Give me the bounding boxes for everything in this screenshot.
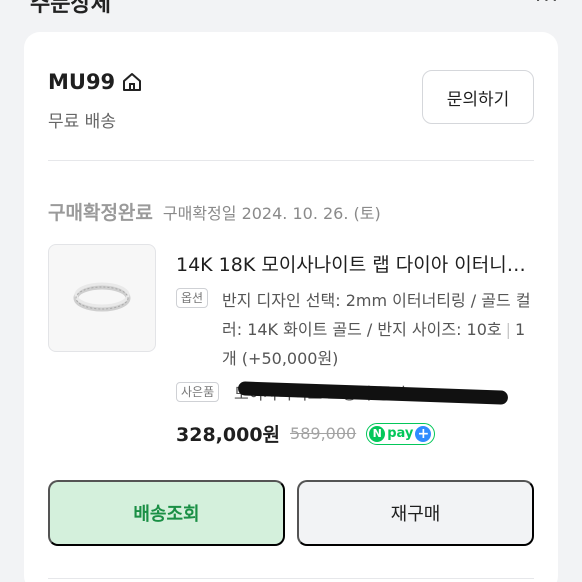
order-card: MU99 무료 배송 문의하기 구매확정완료 구매확정일 2024. 10. 2… bbox=[24, 32, 558, 582]
option-text: 반지 디자인 선택: 2mm 이터너티링 / 골드 컬러: 14K 화이트 골드… bbox=[222, 286, 538, 373]
price: 328,000원 bbox=[176, 424, 281, 446]
npay-badge: N pay + bbox=[366, 422, 436, 445]
tracking-button[interactable]: 배송조회 bbox=[48, 480, 285, 546]
reorder-button[interactable]: 재구매 bbox=[297, 480, 534, 546]
price-row: 328,000원 589,000 N pay + bbox=[176, 420, 436, 447]
option-tag: 옵션 bbox=[176, 288, 209, 308]
divider bbox=[48, 160, 534, 161]
home-icon[interactable] bbox=[121, 71, 143, 93]
store-name[interactable]: MU99 bbox=[48, 70, 115, 94]
product-title[interactable]: 14K 18K 모이사나이트 랩 다이아 이터니티 반지 bbox=[176, 250, 536, 277]
option-details: 반지 디자인 선택: 2mm 이터너티링 / 골드 컬러: 14K 화이트 골드… bbox=[222, 291, 531, 339]
more-icon[interactable]: ··· bbox=[535, 0, 560, 12]
original-price: 589,000 bbox=[290, 424, 357, 443]
npay-text: pay bbox=[387, 426, 414, 441]
confirmed-date: 구매확정일 2024. 10. 26. (토) bbox=[162, 204, 381, 223]
shipping-label: 무료 배송 bbox=[48, 112, 116, 132]
page-title: 주문상세 bbox=[30, 0, 111, 17]
order-status-row: 구매확정완료 구매확정일 2024. 10. 26. (토) bbox=[48, 198, 381, 225]
ring-image bbox=[73, 282, 131, 312]
inquiry-button[interactable]: 문의하기 bbox=[422, 70, 534, 124]
separator: | bbox=[505, 320, 512, 339]
divider bbox=[48, 578, 534, 579]
store-header[interactable]: MU99 bbox=[48, 70, 143, 94]
product-thumbnail[interactable] bbox=[48, 244, 156, 352]
npay-n-icon: N bbox=[369, 425, 386, 442]
gift-tag: 사은품 bbox=[176, 382, 220, 402]
plus-icon: + bbox=[415, 425, 432, 442]
order-status: 구매확정완료 bbox=[48, 202, 153, 224]
